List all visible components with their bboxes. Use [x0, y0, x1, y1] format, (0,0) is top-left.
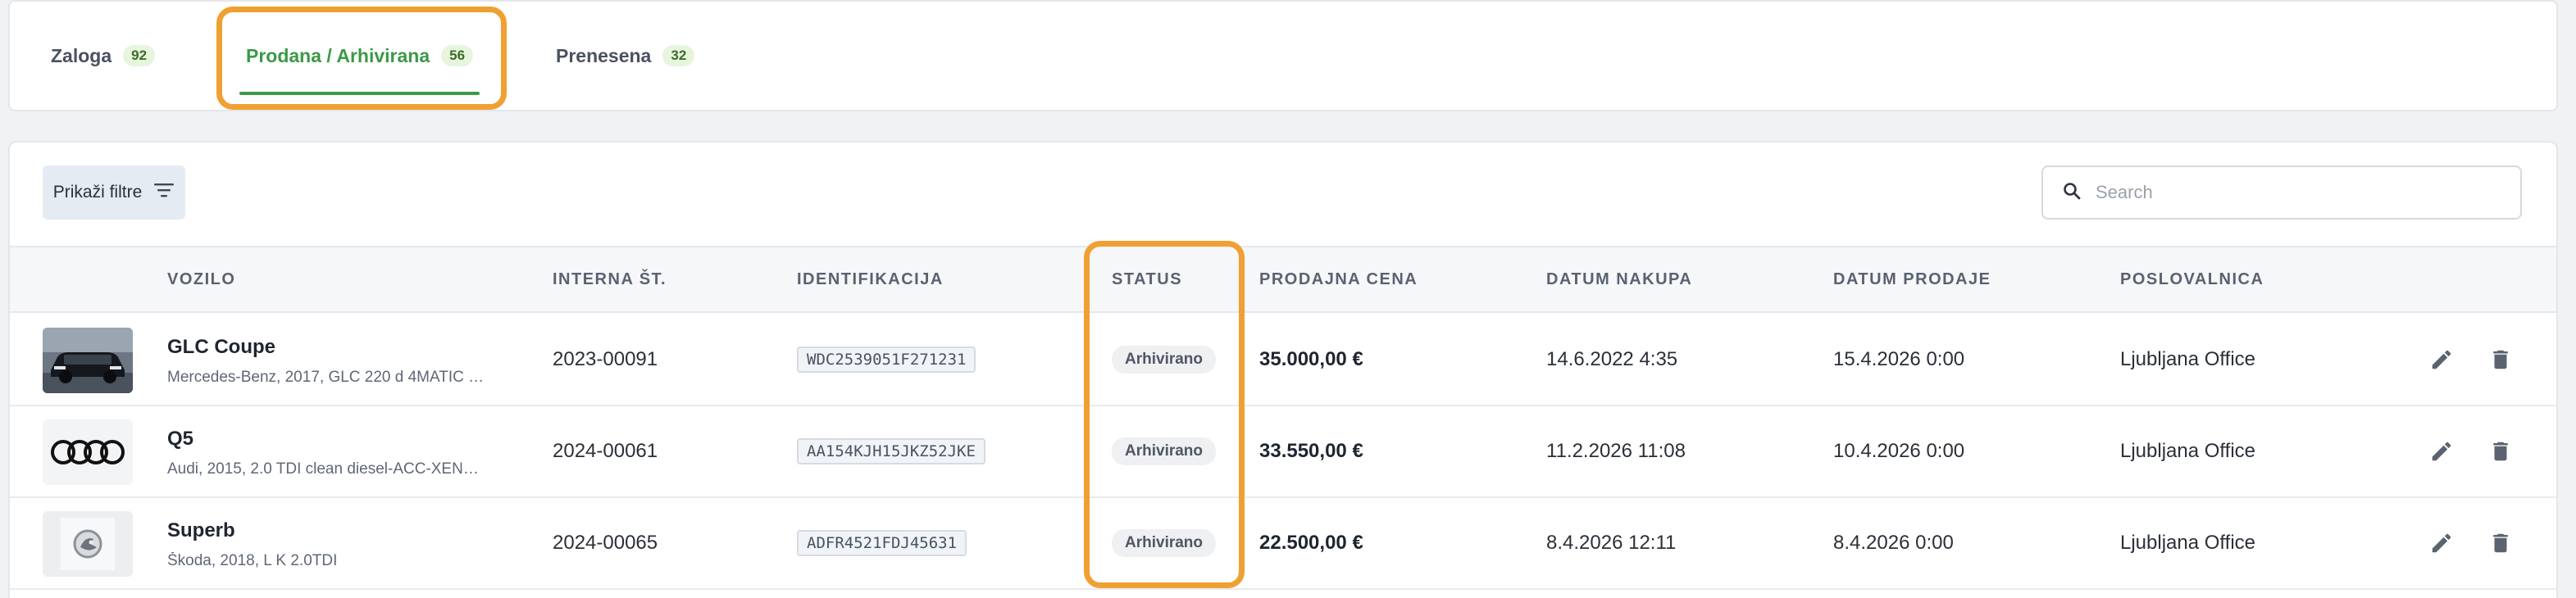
tab-count-badge: 56 [441, 45, 474, 66]
skoda-logo-icon [61, 518, 115, 570]
column-header-branch[interactable]: POSLOVALNICA [2120, 247, 2264, 311]
pencil-icon [2432, 350, 2451, 369]
column-header-status[interactable]: STATUS [1112, 247, 1182, 311]
tab-count-badge: 92 [123, 45, 156, 66]
sale-date: 10.4.2026 0:00 [1833, 440, 1965, 462]
audi-logo-icon [51, 440, 125, 464]
vehicle-thumbnail [43, 419, 133, 485]
branch: Ljubljana Office [2120, 440, 2255, 462]
branch: Ljubljana Office [2120, 348, 2255, 370]
vehicle-info: Q5 Audi, 2015, 2.0 TDI clean diesel-ACC-… [167, 428, 528, 478]
search-box[interactable] [2041, 165, 2522, 220]
sale-price: 33.550,00 € [1259, 440, 1363, 462]
internal-number: 2024-00065 [553, 532, 658, 554]
status-badge: Arhivirano [1112, 529, 1217, 557]
tabs-bar: Zaloga 92 Prodana / Arhivirana 56 Prenes… [8, 0, 2558, 111]
branch: Ljubljana Office [2120, 532, 2255, 554]
table-row[interactable]: GLC Coupe Mercedes-Benz, 2017, GLC 220 d… [10, 315, 2556, 406]
vin-code: ADFR4521FDJ45631 [797, 530, 967, 556]
vehicles-panel: Prikaži filtre VOZILO INTERNA ŠT. IDENTI… [8, 141, 2558, 598]
vehicle-name[interactable]: Superb [167, 519, 528, 542]
delete-button[interactable] [2484, 527, 2517, 559]
column-header-sale-date[interactable]: DATUM PRODAJE [1833, 247, 1991, 311]
vehicle-name[interactable]: GLC Coupe [167, 336, 528, 359]
vehicle-name[interactable]: Q5 [167, 428, 528, 451]
column-header-identification[interactable]: IDENTIFIKACIJA [797, 247, 944, 311]
table-header: VOZILO INTERNA ŠT. IDENTIFIKACIJA STATUS… [10, 246, 2556, 313]
delete-button[interactable] [2484, 435, 2517, 468]
sale-price: 35.000,00 € [1259, 348, 1363, 370]
tab-label: Zaloga [51, 44, 112, 66]
search-icon [2063, 182, 2081, 204]
sale-date: 15.4.2026 0:00 [1833, 348, 1965, 370]
car-photo-icon [43, 328, 133, 393]
trash-icon [2493, 533, 2508, 553]
edit-button[interactable] [2425, 527, 2458, 559]
delete-button[interactable] [2484, 343, 2517, 376]
vehicle-thumbnail [43, 328, 133, 393]
column-header-internal-number[interactable]: INTERNA ŠT. [553, 247, 667, 311]
column-header-sale-price[interactable]: PRODAJNA CENA [1259, 247, 1418, 311]
tab-count-badge: 32 [662, 45, 695, 66]
trash-icon [2493, 442, 2508, 461]
tab-prodana-arhivirana[interactable]: Prodana / Arhivirana 56 [239, 2, 480, 110]
tab-label: Prenesena [556, 44, 652, 66]
tab-label: Prodana / Arhivirana [246, 44, 430, 66]
show-filters-button[interactable]: Prikaži filtre [43, 165, 185, 220]
vehicle-description: Mercedes-Benz, 2017, GLC 220 d 4MATIC … [167, 369, 485, 386]
edit-button[interactable] [2425, 343, 2458, 376]
vin-code: WDC2539051F271231 [797, 347, 976, 373]
purchase-date: 8.4.2026 12:11 [1546, 532, 1677, 554]
table-row[interactable]: Superb Škoda, 2018, L K 2.0TDI 2024-0006… [10, 498, 2556, 590]
vehicle-description: Audi, 2015, 2.0 TDI clean diesel-ACC-XEN… [167, 460, 479, 478]
pencil-icon [2432, 533, 2451, 553]
vehicle-description: Škoda, 2018, L K 2.0TDI [167, 552, 338, 569]
sale-date: 8.4.2026 0:00 [1833, 532, 1954, 554]
vehicle-thumbnail [43, 511, 133, 577]
internal-number: 2023-00091 [553, 348, 658, 370]
tab-prenesena[interactable]: Prenesena 32 [556, 2, 695, 110]
pencil-icon [2432, 442, 2451, 461]
vehicle-info: GLC Coupe Mercedes-Benz, 2017, GLC 220 d… [167, 336, 528, 387]
vehicle-info: Superb Škoda, 2018, L K 2.0TDI [167, 519, 528, 570]
purchase-date: 11.2.2026 11:08 [1546, 440, 1686, 462]
status-badge: Arhivirano [1112, 346, 1217, 374]
status-badge: Arhivirano [1112, 437, 1217, 465]
tab-zaloga[interactable]: Zaloga 92 [51, 2, 156, 110]
show-filters-label: Prikaži filtre [52, 183, 143, 202]
internal-number: 2024-00061 [553, 440, 658, 462]
filter-lines-icon [153, 181, 175, 204]
column-header-purchase-date[interactable]: DATUM NAKUPA [1546, 247, 1692, 311]
edit-button[interactable] [2425, 435, 2458, 468]
purchase-date: 14.6.2022 4:35 [1546, 348, 1678, 370]
column-header-vehicle[interactable]: VOZILO [167, 247, 235, 311]
search-input[interactable] [2096, 182, 2489, 203]
trash-icon [2493, 350, 2508, 369]
sale-price: 22.500,00 € [1259, 532, 1363, 554]
vin-code: AA154KJH15JKZ52JKE [797, 438, 985, 464]
table-row[interactable]: Q5 Audi, 2015, 2.0 TDI clean diesel-ACC-… [10, 406, 2556, 498]
